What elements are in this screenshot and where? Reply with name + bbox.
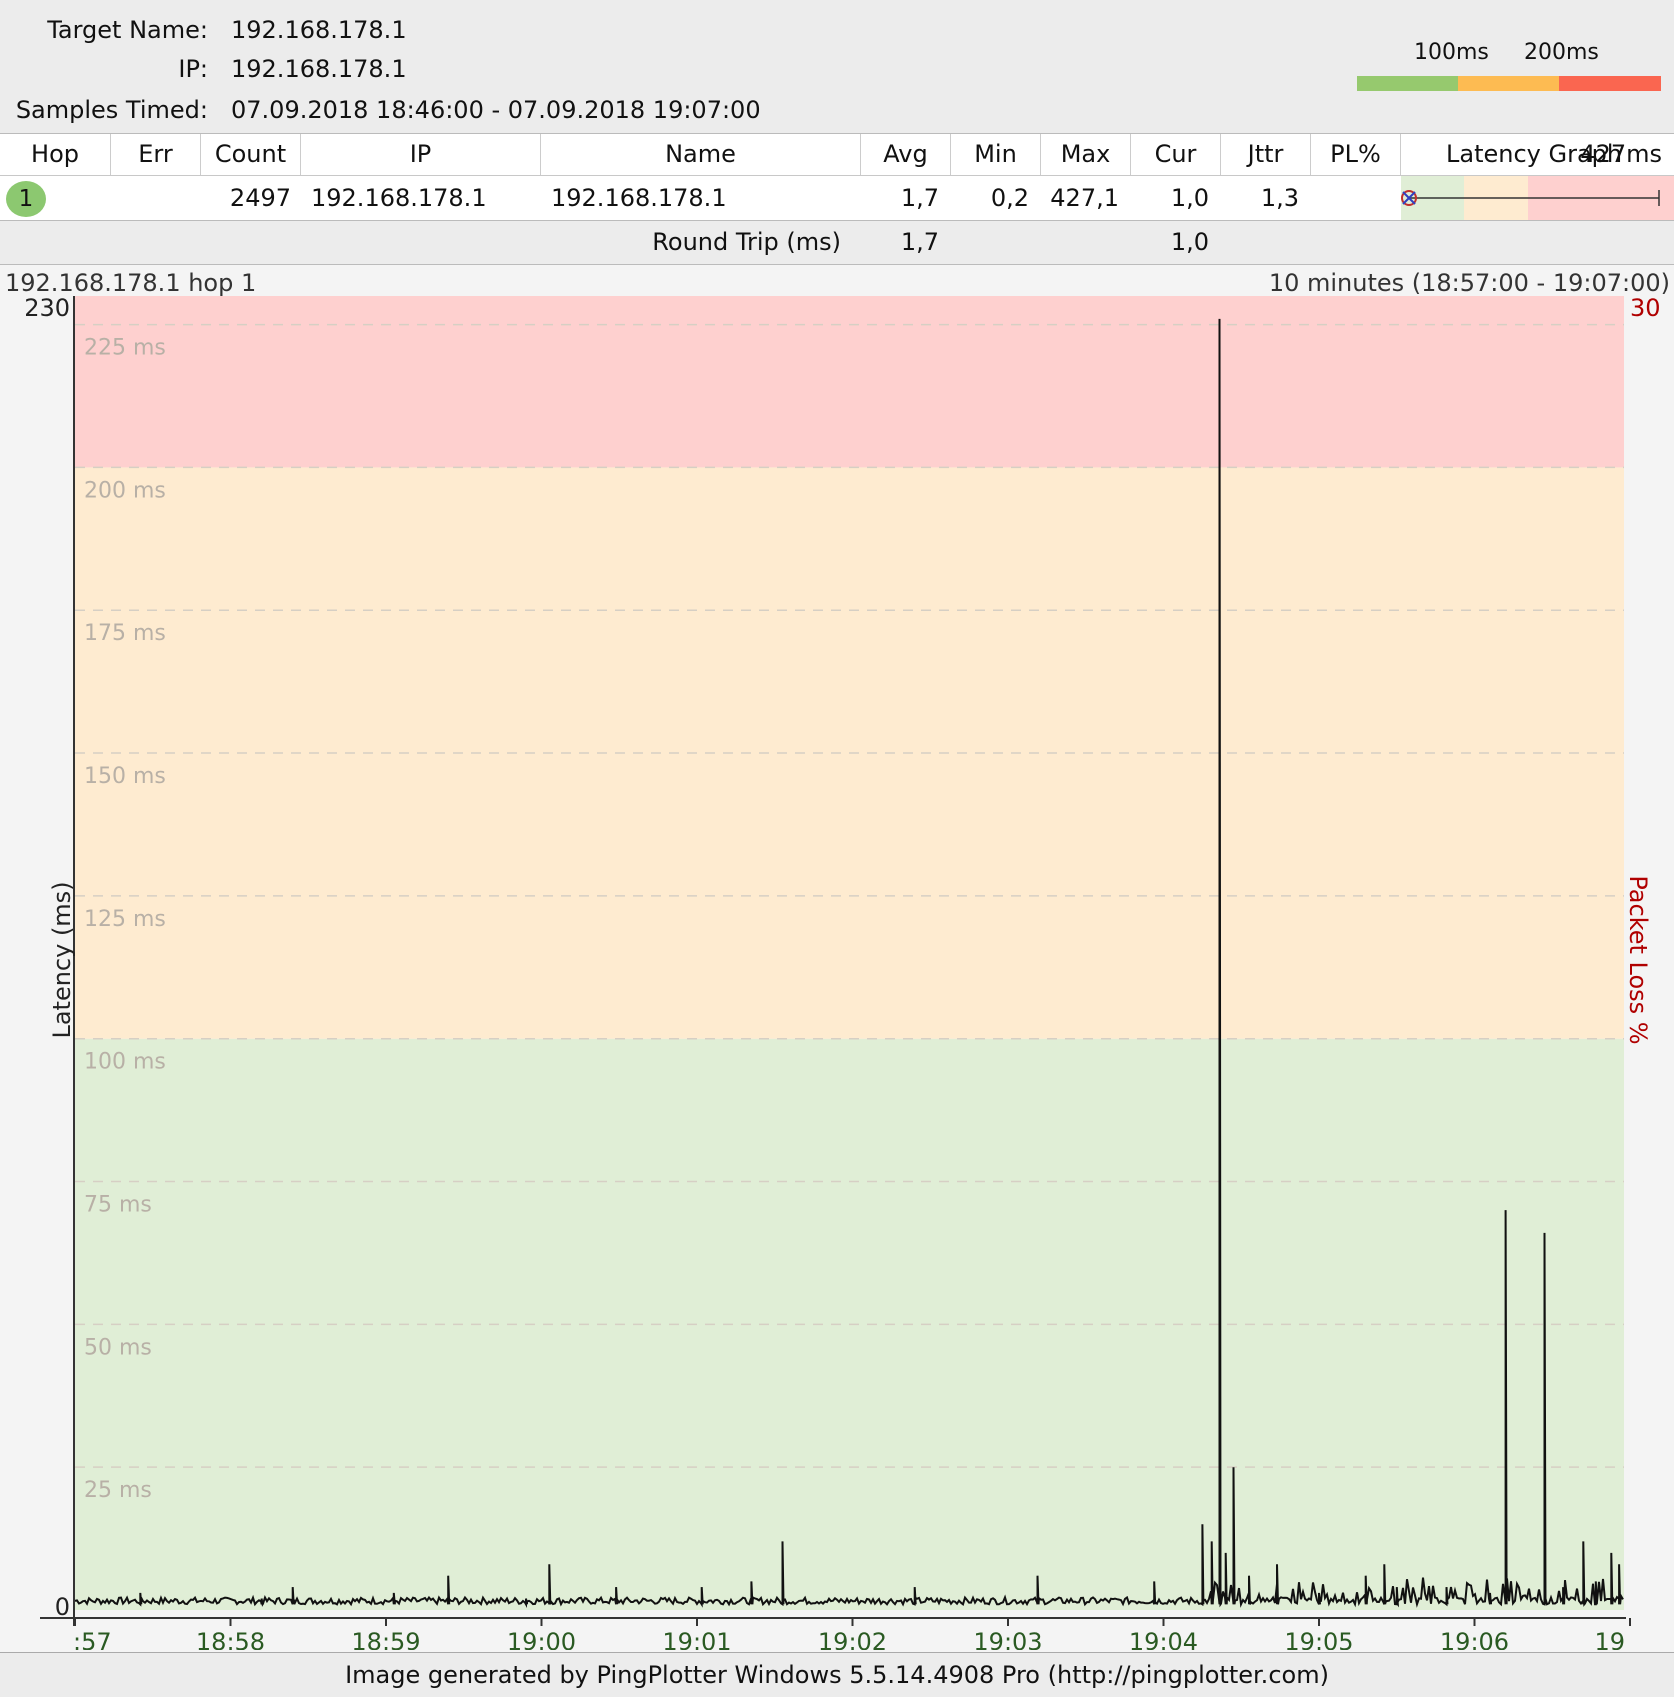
latency-zone-band [75,296,1624,468]
x-tick-label: 19:03 [973,1628,1042,1650]
zone-label: 50 ms [84,1335,152,1360]
cell-min: 0,2 [990,184,1029,212]
y-axis-title: Latency (ms) [48,881,76,1038]
threshold-label-200: 200ms [1524,40,1599,65]
threshold-bar-good [1357,76,1458,91]
column-header-pl[interactable]: PL% [1311,134,1401,175]
y-axis-max-label: 230 [24,294,70,322]
column-header-max[interactable]: Max [1041,134,1131,175]
zone-label: 125 ms [84,907,166,932]
column-header-avg[interactable]: Avg [861,134,951,175]
x-tick-label: 19:05 [1284,1628,1353,1650]
round-trip-avg: 1,7 [900,228,939,256]
footer-credit: Image generated by PingPlotter Windows 5… [0,1652,1674,1697]
ip-value: 192.168.178.1 [231,55,407,83]
column-header-jttr[interactable]: Jttr [1221,134,1311,175]
y-axis-min-label: 0 [55,1593,70,1621]
column-header-ip[interactable]: IP [301,134,541,175]
x-tick-label: :57 [73,1628,112,1650]
trace-table-header: Hop Err Count IP Name Avg Min Max Cur Jt… [0,133,1674,177]
cell-name: 192.168.178.1 [551,184,727,212]
column-header-min[interactable]: Min [951,134,1041,175]
column-header-count[interactable]: Count [201,134,301,175]
threshold-bar-bad [1559,76,1661,91]
samples-value: 07.09.2018 18:46:00 - 07.09.2018 19:07:0… [231,96,761,124]
column-header-err[interactable]: Err [111,134,201,175]
cell-jttr: 1,3 [1260,184,1299,212]
cell-cur: 1,0 [1170,184,1209,212]
threshold-label-100: 100ms [1414,40,1489,65]
x-tick-label: 19:02 [818,1628,887,1650]
threshold-bar-warn [1458,76,1559,91]
latency-graph-max-label: 427ms [1580,140,1662,168]
table-row[interactable]: 1 2497 192.168.178.1 192.168.178.1 1,7 0… [0,176,1674,221]
column-header-name[interactable]: Name [541,134,861,175]
target-summary-header: Target Name: 192.168.178.1 IP: 192.168.1… [0,0,1674,133]
x-tick-label: 19:00 [507,1628,576,1650]
zone-label: 25 ms [84,1478,152,1503]
packet-loss-max-label: 30 [1630,294,1661,322]
ip-label: IP: [178,55,208,83]
x-tick-label: 18:58 [196,1628,265,1650]
zone-label: 100 ms [84,1050,166,1075]
cell-max: 427,1 [1050,184,1119,212]
cell-count: 2497 [229,184,291,212]
x-tick-label: 18:59 [351,1628,420,1650]
target-name-label: Target Name: [47,16,208,44]
x-tick-label: 19:04 [1129,1628,1198,1650]
zone-label: 200 ms [84,478,166,503]
x-tick-label: 19 [1594,1628,1625,1650]
zone-label: 225 ms [84,336,166,361]
hop-status-indicator: 1 [6,181,46,217]
zone-label: 75 ms [84,1193,152,1218]
mini-latency-graph [1401,176,1674,220]
zone-label: 150 ms [84,764,166,789]
round-trip-label: Round Trip (ms) [652,228,841,256]
latency-timeline-chart[interactable]: 225 ms 200 ms 175 ms 150 ms 125 ms 100 ms 75 m… [0,292,1674,1650]
column-header-cur[interactable]: Cur [1131,134,1221,175]
column-header-latency-graph[interactable]: Latency Graph 427ms [1401,134,1674,175]
samples-label: Samples Timed: [15,96,208,124]
round-trip-row: Round Trip (ms) 1,7 1,0 [0,221,1674,265]
y2-axis-title: Packet Loss % [1624,875,1652,1044]
cell-ip: 192.168.178.1 [311,184,487,212]
cell-err [111,176,201,220]
round-trip-cur: 1,0 [1170,228,1209,256]
x-tick-label: 19:06 [1440,1628,1509,1650]
column-header-hop[interactable]: Hop [0,134,111,175]
zone-label: 175 ms [84,621,166,646]
cell-avg: 1,7 [900,184,939,212]
target-name-value: 192.168.178.1 [231,16,407,44]
x-tick-label: 19:01 [662,1628,731,1650]
cell-pl [1311,176,1389,220]
